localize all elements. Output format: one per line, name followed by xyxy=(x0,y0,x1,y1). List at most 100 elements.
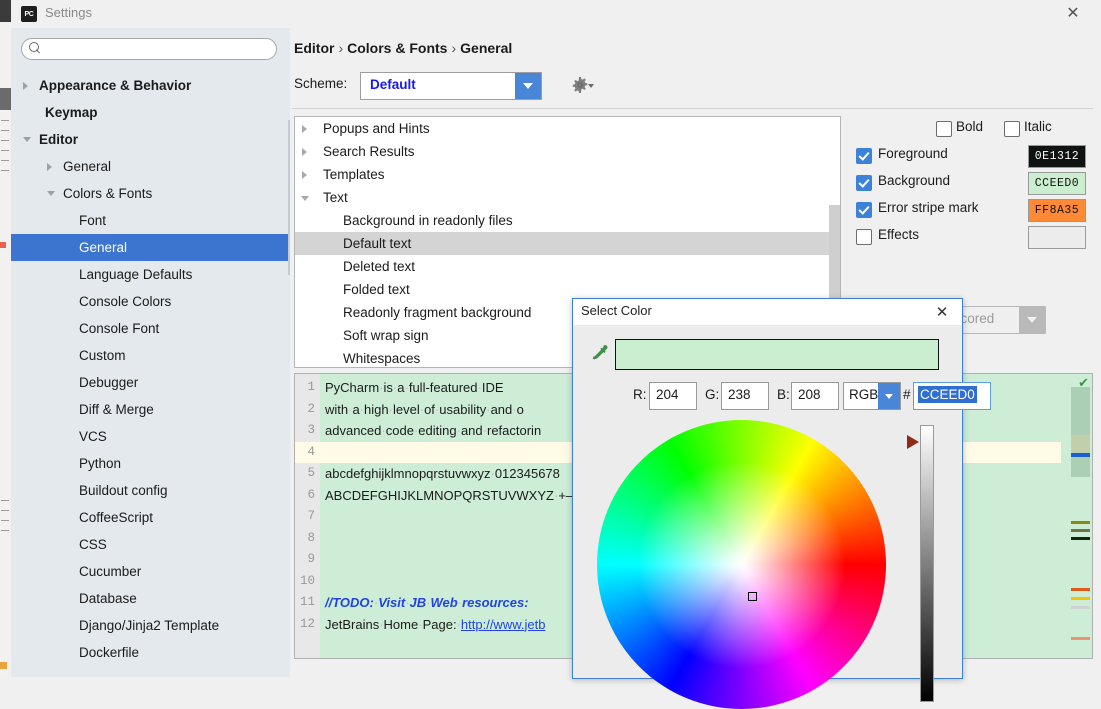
sidebar-item-editor[interactable]: Editor xyxy=(11,126,290,153)
color-preview-swatch xyxy=(615,339,939,370)
dialog-title: Select Color xyxy=(581,303,652,318)
sidebar-item-label: Cucumber xyxy=(79,564,141,579)
color-swatch[interactable] xyxy=(1028,226,1086,249)
g-value: 238 xyxy=(728,387,751,402)
bg-tick xyxy=(1,500,9,501)
r-label: R: xyxy=(633,387,647,402)
dialog-close-icon[interactable]: ✕ xyxy=(926,299,958,325)
sidebar-item-cucumber[interactable]: Cucumber xyxy=(11,558,290,585)
foreground-checkbox[interactable] xyxy=(856,148,872,164)
bold-checkbox[interactable] xyxy=(936,121,952,137)
color-mode-combobox[interactable]: RGB xyxy=(843,382,901,410)
sidebar-item-colors-fonts[interactable]: Colors & Fonts xyxy=(11,180,290,207)
chevron-right-icon[interactable] xyxy=(302,171,307,179)
sidebar-item-language-defaults[interactable]: Language Defaults xyxy=(11,261,290,288)
color-swatch[interactable]: FF8A35 xyxy=(1028,199,1086,222)
bg-error-mark xyxy=(0,242,6,248)
b-value: 208 xyxy=(798,387,821,402)
color-element-row[interactable]: Templates xyxy=(295,163,840,186)
sidebar-item-database[interactable]: Database xyxy=(11,585,290,612)
error-stripe-mark-checkbox[interactable] xyxy=(856,202,872,218)
preview-text-token: resources: xyxy=(462,595,528,610)
sidebar-item-console-colors[interactable]: Console Colors xyxy=(11,288,290,315)
breadcrumb: Editor›Colors & Fonts›General xyxy=(294,40,512,56)
hex-field[interactable]: CCEED0 xyxy=(913,382,991,410)
scheme-combobox[interactable]: Default xyxy=(360,72,542,100)
color-wheel[interactable] xyxy=(597,420,886,709)
chevron-right-icon[interactable] xyxy=(47,163,52,171)
breadcrumb-part: Editor xyxy=(294,40,334,56)
chevron-right-icon[interactable] xyxy=(302,125,307,133)
sidebar-item-general[interactable]: General xyxy=(11,153,290,180)
sidebar-item-appearance-behavior[interactable]: Appearance & Behavior xyxy=(11,72,290,99)
sidebar-item-custom[interactable]: Custom xyxy=(11,342,290,369)
chevron-down-icon[interactable] xyxy=(301,196,309,201)
sidebar-item-label: CSS xyxy=(79,537,107,552)
color-element-row[interactable]: Default text xyxy=(295,232,840,255)
search-field-wrapper xyxy=(21,38,277,60)
preview-line-number: 3 xyxy=(295,420,320,442)
preview-line-text: advanced·code·editing·and·refactorin xyxy=(325,420,541,442)
color-element-row[interactable]: Text xyxy=(295,186,840,209)
color-element-row[interactable]: Search Results xyxy=(295,140,840,163)
sidebar-item-dockerfile[interactable]: Dockerfile xyxy=(11,639,290,666)
color-swatch[interactable]: 0E1312 xyxy=(1028,145,1086,168)
sidebar-item-console-font[interactable]: Console Font xyxy=(11,315,290,342)
error-stripe[interactable]: ✔ xyxy=(1061,374,1092,658)
sidebar-item-keymap[interactable]: Keymap xyxy=(11,99,290,126)
effects-checkbox[interactable] xyxy=(856,229,872,245)
brightness-slider-handle[interactable] xyxy=(907,435,919,449)
preview-link[interactable]: http://www.jetb xyxy=(461,617,546,632)
b-field[interactable]: 208 xyxy=(791,382,839,410)
r-field[interactable]: 204 xyxy=(649,382,697,410)
preview-text-token: high xyxy=(364,402,389,417)
color-element-label: Popups and Hints xyxy=(323,121,430,136)
color-wheel-marker[interactable] xyxy=(748,592,757,601)
sidebar-item-label: Debugger xyxy=(79,375,138,390)
preview-text-token: o xyxy=(517,402,524,417)
preview-line-number: 2 xyxy=(295,399,320,421)
sidebar-item-general[interactable]: General xyxy=(11,234,290,261)
sidebar-item-font[interactable]: Font xyxy=(11,207,290,234)
preview-text-token: ABCDEFGHIJKLMNOPQRSTUVWXYZ xyxy=(325,488,554,503)
g-field[interactable]: 238 xyxy=(721,382,769,410)
sidebar-item-diff-merge[interactable]: Diff & Merge xyxy=(11,396,290,423)
preview-text-token: a xyxy=(352,402,359,417)
sidebar-item-label: Database xyxy=(79,591,137,606)
sidebar-item-css[interactable]: CSS xyxy=(11,531,290,558)
preview-text-token: level xyxy=(393,402,420,417)
color-element-label: Soft wrap sign xyxy=(343,328,429,343)
preview-text-token: code xyxy=(386,423,414,438)
chevron-down-icon[interactable] xyxy=(1019,307,1045,333)
sidebar-item-coffeescript[interactable]: CoffeeScript xyxy=(11,504,290,531)
chevron-right-icon[interactable] xyxy=(23,82,28,90)
sidebar-item-python[interactable]: Python xyxy=(11,450,290,477)
chevron-down-icon[interactable] xyxy=(878,383,900,409)
color-element-row[interactable]: Deleted text xyxy=(295,255,840,278)
background-checkbox[interactable] xyxy=(856,175,872,191)
search-input[interactable] xyxy=(47,40,269,59)
sidebar-item-vcs[interactable]: VCS xyxy=(11,423,290,450)
italic-checkbox[interactable] xyxy=(1004,121,1020,137)
brightness-slider[interactable] xyxy=(920,425,934,702)
sidebar-item-buildout-config[interactable]: Buildout config xyxy=(11,477,290,504)
preview-text-token: //TODO: xyxy=(325,595,374,610)
preview-text-token: 012345678 xyxy=(495,466,560,481)
chevron-right-icon[interactable] xyxy=(302,148,307,156)
color-element-label: Search Results xyxy=(323,144,415,159)
scheme-value: Default xyxy=(370,77,416,92)
sidebar-item-django-jinja2-template[interactable]: Django/Jinja2 Template xyxy=(11,612,290,639)
gear-icon[interactable] xyxy=(572,77,588,93)
color-element-row[interactable]: Popups and Hints xyxy=(295,117,840,140)
chevron-down-icon[interactable] xyxy=(47,191,55,196)
sidebar-item-debugger[interactable]: Debugger xyxy=(11,369,290,396)
chevron-down-icon[interactable] xyxy=(515,73,541,99)
color-element-row[interactable]: Background in readonly files xyxy=(295,209,840,232)
close-icon[interactable]: ✕ xyxy=(1051,0,1095,28)
bg-warning-mark xyxy=(0,662,7,669)
color-swatch[interactable]: CCEED0 xyxy=(1028,172,1086,195)
preview-text-token: Web xyxy=(431,595,458,610)
settings-tree: Appearance & BehaviorKeymapEditorGeneral… xyxy=(11,72,290,677)
eyedropper-icon[interactable] xyxy=(589,343,609,363)
chevron-down-icon[interactable] xyxy=(23,137,31,142)
